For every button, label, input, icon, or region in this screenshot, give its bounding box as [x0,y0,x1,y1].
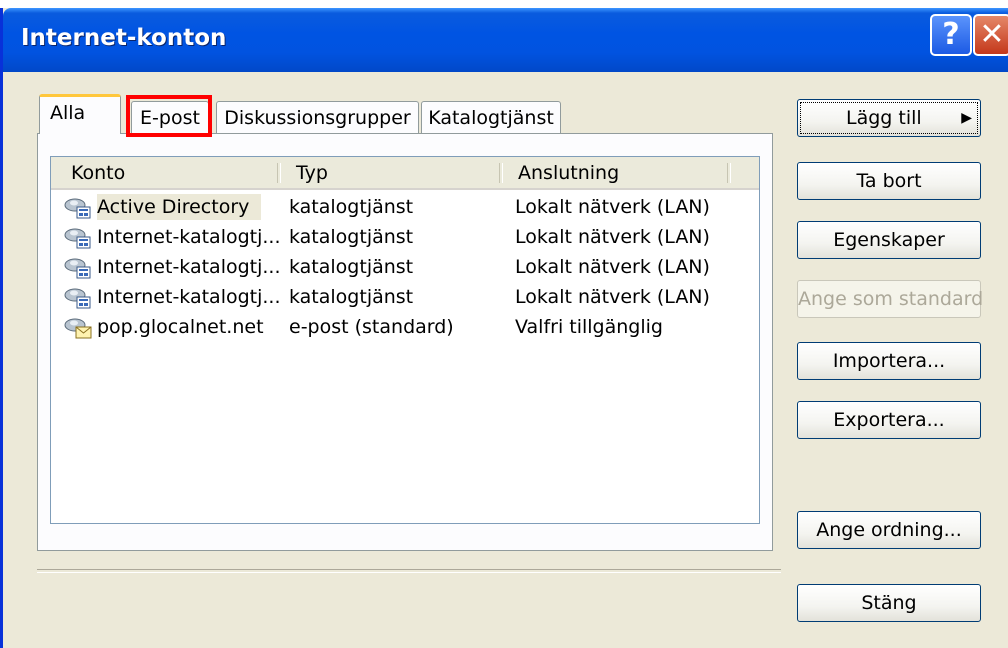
list-item[interactable]: Internet-katalogtj... katalogtjänst Loka… [51,253,759,283]
column-header-type[interactable]: Typ [296,157,328,188]
account-connection: Lokalt nätverk (LAN) [515,196,710,218]
column-header-account[interactable]: Konto [71,157,125,188]
tab-label: Diskussionsgrupper [224,107,411,129]
set-default-button[interactable]: Ange som standard [797,280,983,318]
directory-service-icon [64,258,91,279]
dialog-body: Alla E-post Diskussionsgrupper Katalogtj… [3,72,1008,648]
account-name: Internet-katalogtj... [97,286,281,308]
add-button[interactable]: Lägg till ▶ [797,99,981,137]
tab-newsgroups[interactable]: Diskussionsgrupper [216,101,419,133]
title-bar[interactable]: Internet-konton ? ✕ [3,8,1008,72]
list-header: Konto Typ Anslutning [51,157,759,190]
set-order-button[interactable]: Ange ordning... [797,511,981,549]
account-type: katalogtjänst [289,226,414,248]
account-connection: Valfri tillgänglig [515,316,663,338]
help-button[interactable]: ? [930,14,972,56]
account-type: katalogtjänst [289,256,414,278]
tab-label: Alla [50,102,86,124]
add-button-label: Lägg till [846,107,922,129]
list-item[interactable]: Active Directory katalogtjänst Lokalt nä… [51,193,759,223]
tab-panel: Konto Typ Anslutning Active Directory ka… [37,133,773,551]
column-divider[interactable] [277,163,281,183]
window-title: Internet-konton [21,25,227,51]
column-header-connection[interactable]: Anslutning [518,157,619,188]
export-button[interactable]: Exportera... [797,401,981,439]
mail-account-icon [64,318,92,339]
column-divider[interactable] [727,163,731,183]
close-icon: ✕ [979,17,1005,52]
account-connection: Lokalt nätverk (LAN) [515,286,710,308]
column-divider[interactable] [499,163,503,183]
remove-button[interactable]: Ta bort [797,162,981,200]
account-connection: Lokalt nätverk (LAN) [515,256,710,278]
account-type: katalogtjänst [289,196,414,218]
list-item[interactable]: pop.glocalnet.net e-post (standard) Valf… [51,313,759,343]
tab-directory-service[interactable]: Katalogtjänst [421,101,561,133]
close-button[interactable]: Stäng [797,584,981,622]
dialog-window: Internet-konton ? ✕ Alla E-post Diskussi… [0,8,1008,648]
account-name: Internet-katalogtj... [97,226,281,248]
account-name: pop.glocalnet.net [97,316,264,338]
properties-button[interactable]: Egenskaper [797,221,981,259]
list-item[interactable]: Internet-katalogtj... katalogtjänst Loka… [51,283,759,313]
account-type: e-post (standard) [289,316,454,338]
divider [37,569,781,573]
submenu-arrow-icon: ▶ [961,110,972,126]
list-item[interactable]: Internet-katalogtj... katalogtjänst Loka… [51,223,759,253]
tab-mail-highlight-box [126,95,212,137]
account-type: katalogtjänst [289,286,414,308]
account-name: Active Directory [97,194,262,220]
directory-service-icon [64,288,91,309]
account-name: Internet-katalogtj... [97,256,281,278]
tab-label: Katalogtjänst [428,107,554,129]
directory-service-icon [64,198,91,219]
tab-all[interactable]: Alla [39,94,121,134]
account-connection: Lokalt nätverk (LAN) [515,226,710,248]
close-window-button[interactable]: ✕ [973,14,1008,56]
accounts-list[interactable]: Konto Typ Anslutning Active Directory ka… [50,156,760,524]
help-icon: ? [942,17,960,52]
import-button[interactable]: Importera... [797,342,981,380]
directory-service-icon [64,228,91,249]
